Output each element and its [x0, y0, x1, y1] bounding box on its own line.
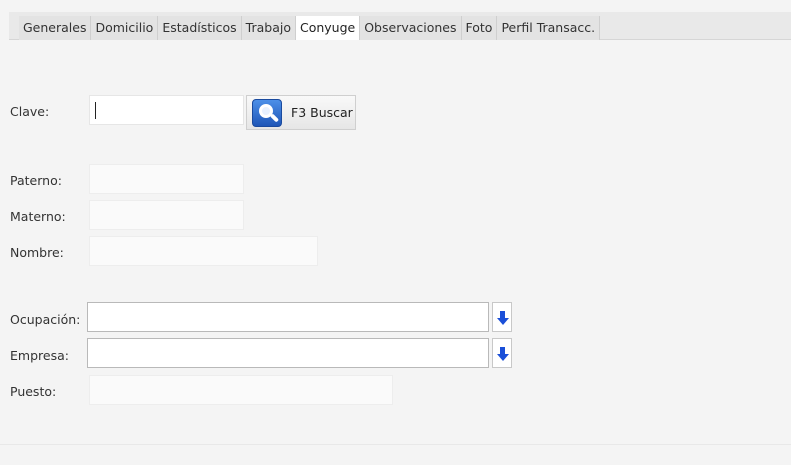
text-caret [95, 102, 96, 119]
ocupacion-field[interactable] [87, 302, 489, 332]
puesto-field[interactable] [89, 375, 393, 405]
tab-domicilio[interactable]: Domicilio [91, 16, 159, 40]
empresa-dropdown-button[interactable] [492, 338, 512, 368]
tab-foto[interactable]: Foto [461, 16, 498, 40]
tab-perfil-transacc[interactable]: Perfil Transacc. [497, 16, 601, 40]
paterno-label: Paterno: [10, 173, 62, 188]
tab-generales[interactable]: Generales [19, 16, 92, 40]
empresa-label: Empresa: [10, 348, 69, 363]
tab-trabajo[interactable]: Trabajo [241, 16, 296, 40]
clave-input[interactable] [89, 95, 244, 125]
buscar-button-label: F3 Buscar [291, 105, 353, 120]
clave-label: Clave: [10, 104, 50, 119]
empresa-field[interactable] [87, 338, 489, 368]
tab-observaciones[interactable]: Observaciones [360, 16, 462, 40]
nombre-label: Nombre: [10, 245, 64, 260]
paterno-field[interactable] [89, 164, 244, 194]
nombre-field[interactable] [89, 236, 318, 266]
arrow-down-icon [500, 311, 505, 318]
search-icon [252, 98, 282, 127]
ocupacion-label: Ocupación: [10, 312, 81, 327]
puesto-label: Puesto: [10, 384, 57, 399]
arrow-down-icon [500, 347, 505, 354]
ocupacion-dropdown-button[interactable] [492, 302, 512, 332]
buscar-button[interactable]: F3 Buscar [246, 95, 356, 130]
tab-conyuge[interactable]: Conyuge [295, 16, 361, 40]
bottom-divider [0, 444, 791, 445]
materno-label: Materno: [10, 209, 66, 224]
materno-field[interactable] [89, 200, 244, 230]
tab-list: Generales Domicilio Estadísticos Trabajo… [19, 16, 601, 40]
tab-bar: Generales Domicilio Estadísticos Trabajo… [9, 12, 791, 40]
tab-estadisticos[interactable]: Estadísticos [158, 16, 242, 40]
